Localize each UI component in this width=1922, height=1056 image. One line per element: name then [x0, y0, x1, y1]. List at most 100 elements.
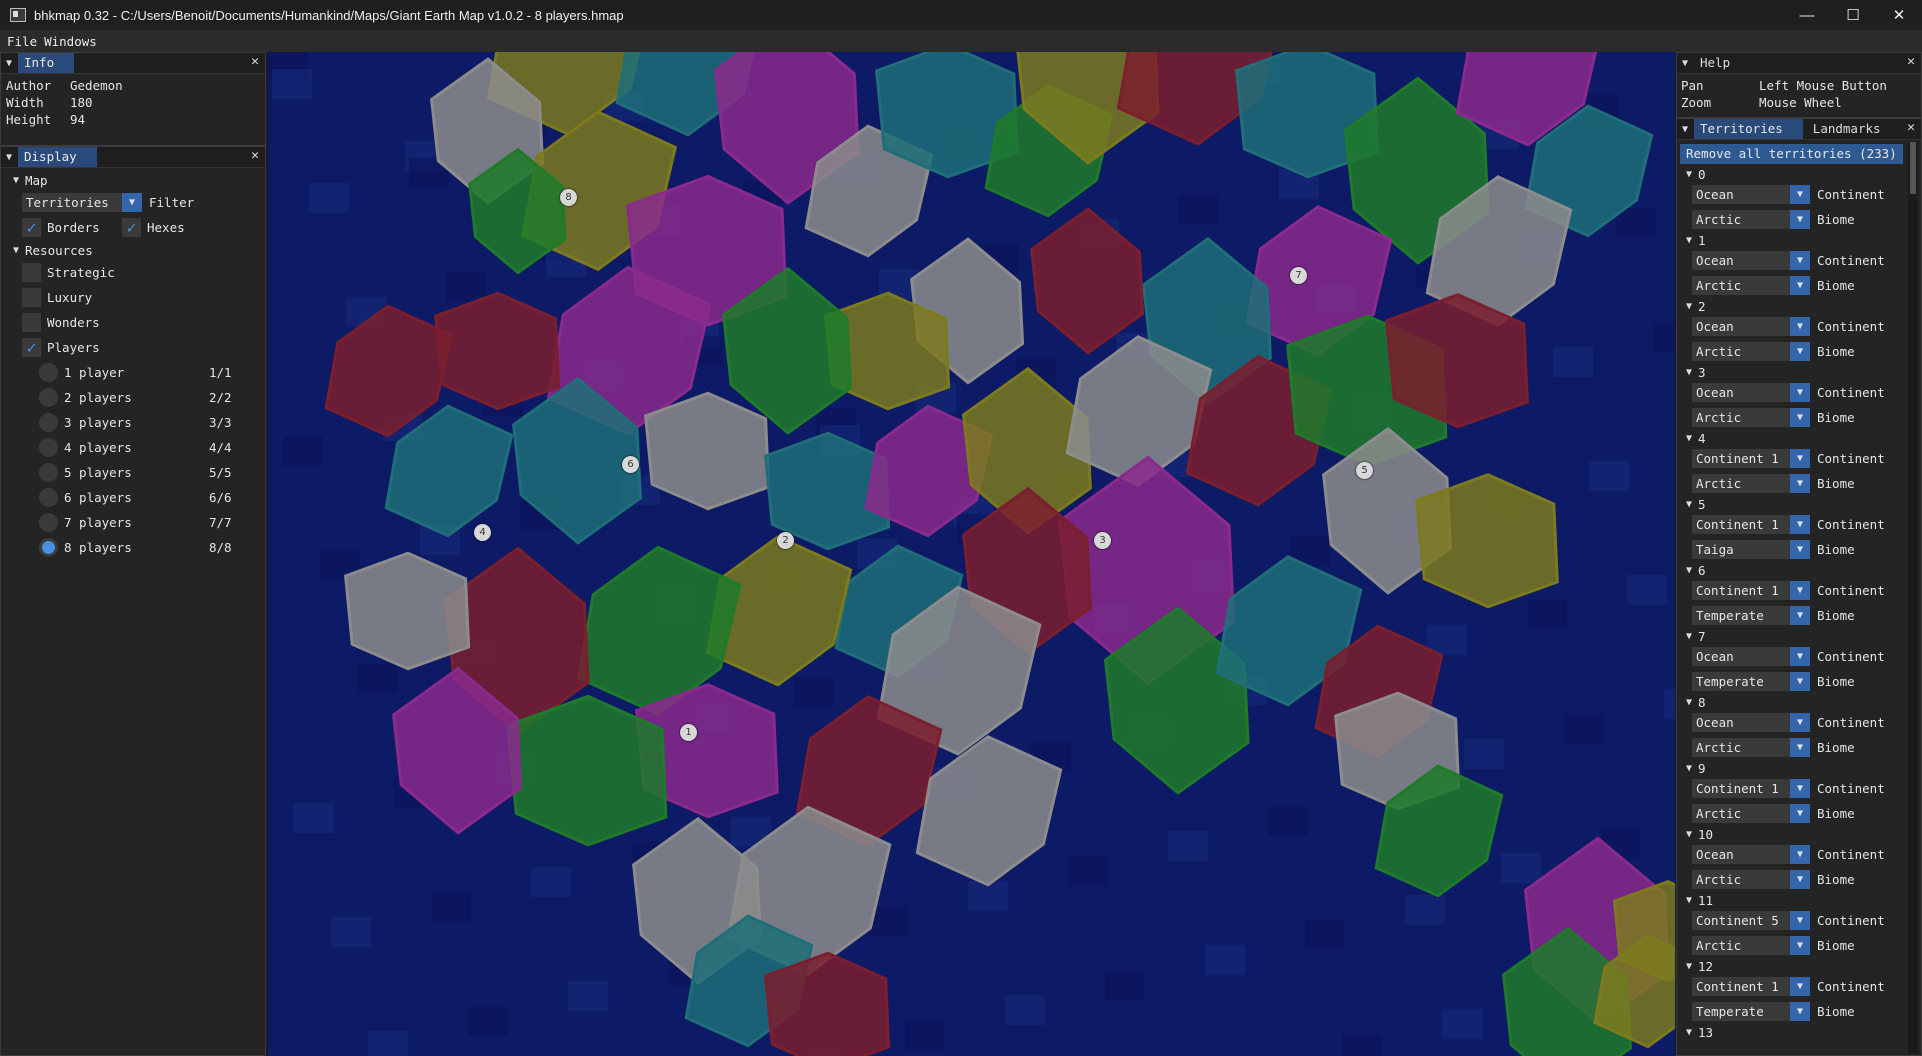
landmarks-tab[interactable]: Landmarks	[1803, 119, 1901, 139]
continent-combo[interactable]: Continent 1 ▼	[1692, 779, 1810, 798]
scrollbar-thumb[interactable]	[1910, 142, 1916, 194]
close-icon[interactable]: ✕	[1907, 54, 1915, 69]
wonders-checkbox[interactable]	[22, 313, 41, 332]
collapse-icon[interactable]: ▼	[1682, 58, 1694, 69]
player-option[interactable]: 4 players 4/4	[1, 435, 265, 460]
player-start-marker[interactable]: 6	[622, 456, 639, 473]
biome-combo[interactable]: Arctic ▼	[1692, 936, 1810, 955]
player-option[interactable]: 5 players 5/5	[1, 460, 265, 485]
territory-node[interactable]: ▼ 5	[1680, 496, 1905, 512]
player-radio[interactable]	[39, 388, 58, 407]
biome-combo[interactable]: Arctic ▼	[1692, 804, 1810, 823]
map-tree-node[interactable]: ▼ Map	[1, 170, 265, 190]
continent-combo[interactable]: Continent 1 ▼	[1692, 449, 1810, 468]
continent-combo[interactable]: Ocean ▼	[1692, 383, 1810, 402]
territory-node[interactable]: ▼ 13	[1680, 1024, 1905, 1040]
player-radio[interactable]	[39, 538, 58, 557]
map-canvas[interactable]: 8 7 6 5 4 2 3 1	[268, 52, 1675, 1056]
player-radio[interactable]	[39, 438, 58, 457]
biome-combo[interactable]: Temperate ▼	[1692, 1002, 1810, 1021]
biome-combo[interactable]: Arctic ▼	[1692, 210, 1810, 229]
help-tab[interactable]: Help	[1694, 53, 1750, 73]
player-option[interactable]: 3 players 3/3	[1, 410, 265, 435]
menu-windows[interactable]: Windows	[40, 34, 100, 49]
player-start-marker[interactable]: 5	[1356, 462, 1373, 479]
info-tab[interactable]: Info	[18, 53, 75, 73]
continent-combo[interactable]: Continent 1 ▼	[1692, 977, 1810, 996]
continent-combo[interactable]: Continent 1 ▼	[1692, 581, 1810, 600]
collapse-icon[interactable]: ▼	[6, 58, 18, 69]
territory-node[interactable]: ▼ 4	[1680, 430, 1905, 446]
player-radio[interactable]	[39, 488, 58, 507]
display-tab[interactable]: Display	[18, 147, 97, 167]
player-option[interactable]: 6 players 6/6	[1, 485, 265, 510]
player-start-marker[interactable]: 1	[680, 724, 697, 741]
player-option[interactable]: 8 players 8/8	[1, 535, 265, 560]
continent-combo[interactable]: Ocean ▼	[1692, 647, 1810, 666]
player-radio[interactable]	[39, 363, 58, 382]
minimize-button[interactable]: —	[1784, 0, 1830, 30]
maximize-button[interactable]: ☐	[1830, 0, 1876, 30]
territory-node[interactable]: ▼ 2	[1680, 298, 1905, 314]
player-radio[interactable]	[39, 413, 58, 432]
close-icon[interactable]: ✕	[1907, 120, 1915, 135]
resources-tree-node[interactable]: ▼ Resources	[1, 240, 265, 260]
continent-combo[interactable]: Ocean ▼	[1692, 845, 1810, 864]
territory-node[interactable]: ▼ 1	[1680, 232, 1905, 248]
biome-combo[interactable]: Arctic ▼	[1692, 738, 1810, 757]
continent-combo[interactable]: Ocean ▼	[1692, 713, 1810, 732]
territory-id: 9	[1698, 760, 1706, 776]
layer-combo[interactable]: Territories ▼	[22, 193, 142, 212]
chevron-down-icon: ▼	[1790, 672, 1810, 691]
territory-node[interactable]: ▼ 6	[1680, 562, 1905, 578]
territory-node[interactable]: ▼ 11	[1680, 892, 1905, 908]
hexes-checkbox[interactable]: ✓	[122, 218, 141, 237]
close-icon[interactable]: ✕	[251, 148, 259, 163]
biome-combo[interactable]: Arctic ▼	[1692, 408, 1810, 427]
territories-tab[interactable]: Territories	[1694, 119, 1803, 139]
continent-combo[interactable]: Ocean ▼	[1692, 251, 1810, 270]
territory-node[interactable]: ▼ 12	[1680, 958, 1905, 974]
continent-combo[interactable]: Continent 1 ▼	[1692, 515, 1810, 534]
continent-combo[interactable]: Ocean ▼	[1692, 317, 1810, 336]
collapse-icon[interactable]: ▼	[6, 152, 18, 163]
borders-checkbox[interactable]: ✓	[22, 218, 41, 237]
player-option[interactable]: 1 player 1/1	[1, 360, 265, 385]
territory-node[interactable]: ▼ 8	[1680, 694, 1905, 710]
biome-combo[interactable]: Arctic ▼	[1692, 870, 1810, 889]
player-option[interactable]: 7 players 7/7	[1, 510, 265, 535]
player-start-marker[interactable]: 2	[777, 532, 794, 549]
tree-expand-icon: ▼	[13, 174, 20, 186]
territory-node[interactable]: ▼ 0	[1680, 166, 1905, 182]
continent-value: Ocean	[1692, 845, 1790, 864]
player-radio[interactable]	[39, 463, 58, 482]
territory-node[interactable]: ▼ 3	[1680, 364, 1905, 380]
territories-scrollbar[interactable]	[1908, 142, 1918, 1054]
player-option[interactable]: 2 players 2/2	[1, 385, 265, 410]
territory-node[interactable]: ▼ 10	[1680, 826, 1905, 842]
biome-combo[interactable]: Arctic ▼	[1692, 276, 1810, 295]
luxury-checkbox[interactable]	[22, 288, 41, 307]
biome-combo[interactable]: Temperate ▼	[1692, 606, 1810, 625]
player-radio[interactable]	[39, 513, 58, 532]
close-window-button[interactable]: ✕	[1876, 0, 1922, 30]
player-start-marker[interactable]: 7	[1290, 267, 1307, 284]
menu-file[interactable]: File	[0, 34, 40, 49]
close-icon[interactable]: ✕	[251, 54, 259, 69]
biome-combo[interactable]: Temperate ▼	[1692, 672, 1810, 691]
territory-node[interactable]: ▼ 9	[1680, 760, 1905, 776]
biome-combo[interactable]: Arctic ▼	[1692, 474, 1810, 493]
territory-map[interactable]	[268, 52, 1675, 1056]
territory-node[interactable]: ▼ 7	[1680, 628, 1905, 644]
collapse-icon[interactable]: ▼	[1682, 124, 1694, 135]
players-checkbox[interactable]: ✓	[22, 338, 41, 357]
continent-combo[interactable]: Continent 5 ▼	[1692, 911, 1810, 930]
continent-combo[interactable]: Ocean ▼	[1692, 185, 1810, 204]
strategic-checkbox[interactable]	[22, 263, 41, 282]
biome-combo[interactable]: Arctic ▼	[1692, 342, 1810, 361]
player-start-marker[interactable]: 3	[1094, 532, 1111, 549]
biome-combo[interactable]: Taiga ▼	[1692, 540, 1810, 559]
player-start-marker[interactable]: 8	[560, 189, 577, 206]
strategic-label: Strategic	[47, 265, 115, 280]
player-start-marker[interactable]: 4	[474, 524, 491, 541]
